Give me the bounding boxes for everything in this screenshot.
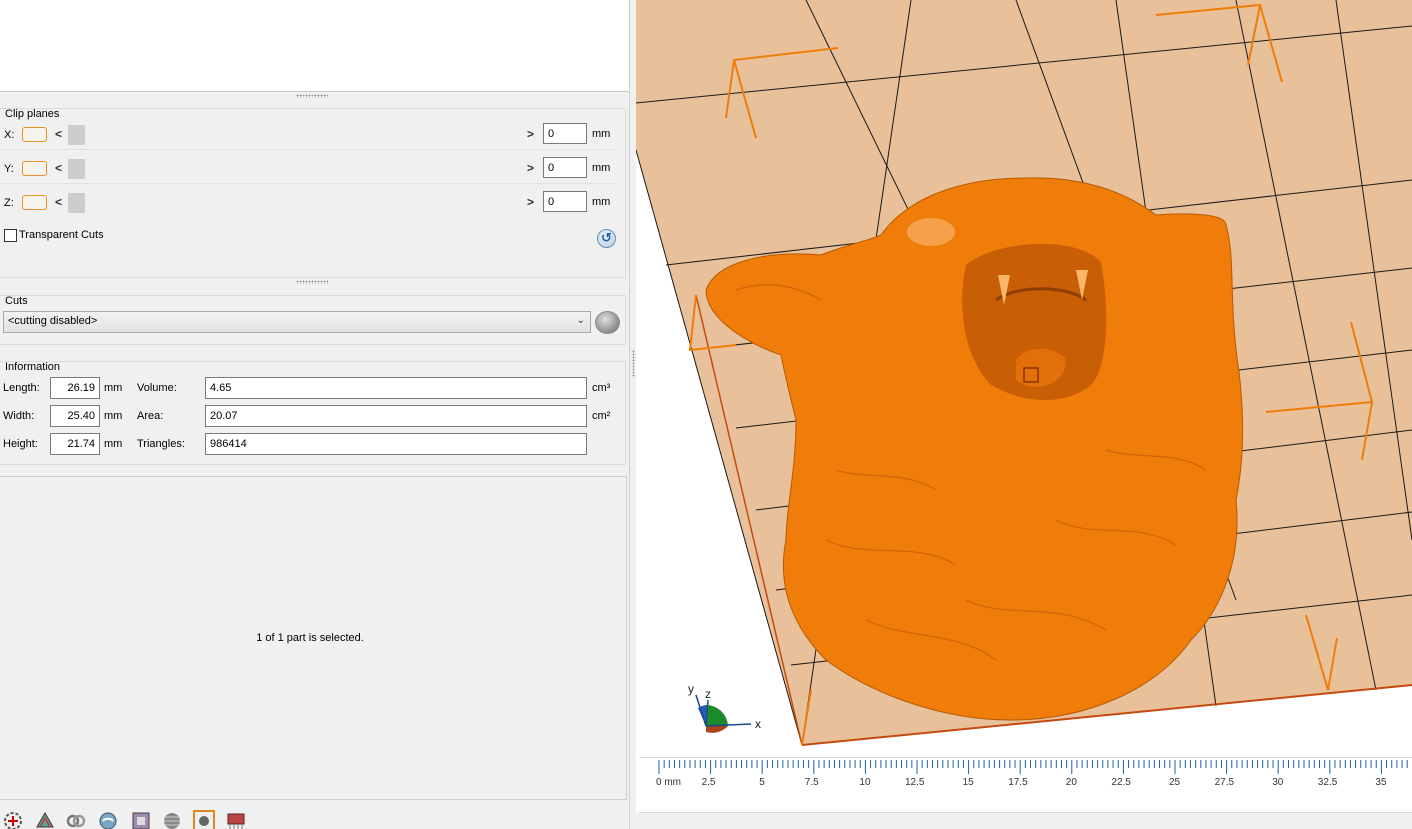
unit-label: mm	[104, 382, 123, 394]
ruler-label: 7.5	[804, 777, 819, 788]
clip-planes-title: Clip planes	[5, 108, 60, 120]
ruler-label: 22.5	[1111, 777, 1131, 788]
ruler-label: 17.5	[1008, 777, 1028, 788]
chevron-left-icon[interactable]: <	[55, 195, 62, 209]
axis-x-label: x	[755, 717, 761, 731]
select-icon[interactable]	[193, 809, 215, 829]
ruler-label: 32.5	[1317, 777, 1338, 788]
ruler-label: 20	[1065, 777, 1077, 788]
ruler-label: 35	[1375, 777, 1387, 788]
volume-field[interactable]	[205, 377, 587, 399]
clip-z-slider[interactable]	[68, 193, 523, 213]
axis-z-label: z	[705, 687, 711, 701]
width-field[interactable]	[50, 405, 100, 427]
triangles-label: Triangles:	[137, 438, 185, 450]
unit-label: cm³	[592, 382, 611, 394]
ruler-label: 5	[759, 777, 765, 788]
ruler-label: 15	[962, 777, 974, 788]
unit-label: mm	[592, 128, 611, 140]
clip-row-z: Z: < > mm	[0, 189, 626, 219]
ruler-label: 27.5	[1214, 777, 1235, 788]
area-label: Area:	[137, 410, 164, 422]
splitter-grip[interactable]	[296, 94, 328, 98]
ruler-label: 0 mm	[656, 777, 681, 788]
chevron-right-icon[interactable]: >	[527, 161, 534, 175]
splitter-grip[interactable]	[296, 280, 328, 284]
cut-settings-icon[interactable]	[595, 311, 620, 334]
viewport-status-strip	[636, 813, 1412, 829]
bottom-toolbar	[0, 806, 632, 829]
ruler-label: 30	[1272, 777, 1284, 788]
selection-panel: 1 of 1 part is selected.	[0, 476, 627, 800]
cuts-dropdown[interactable]: <cutting disabled> ⌄	[3, 311, 591, 333]
ruler-label: 25	[1169, 777, 1181, 788]
clip-plane-y-toggle[interactable]	[22, 161, 47, 176]
height-label: Height:	[3, 438, 38, 450]
area-field[interactable]	[205, 405, 587, 427]
measurement-ruler: 0 mm 2.5 5 7.5 10 12.5 15 17.5 20 22.5 25 27.5 30 32.…	[639, 757, 1412, 813]
clip-row-y: Y: < > mm	[0, 155, 626, 185]
height-field[interactable]	[50, 433, 100, 455]
chevron-right-icon[interactable]: >	[527, 195, 534, 209]
chevron-right-icon[interactable]: >	[527, 127, 534, 141]
scene-canvas[interactable]: x y z	[636, 0, 1412, 829]
clip-x-input[interactable]	[543, 123, 587, 144]
reduce-icon[interactable]	[34, 809, 56, 829]
axis-y-label: y	[688, 682, 694, 696]
clip-plane-x-toggle[interactable]	[22, 127, 47, 142]
shading-icon[interactable]	[161, 809, 183, 829]
transparent-cuts-checkbox[interactable]	[4, 229, 17, 242]
slider-thumb[interactable]	[68, 125, 85, 145]
unit-label: mm	[104, 438, 123, 450]
ruler-ticks	[658, 760, 1408, 774]
smooth-icon[interactable]	[97, 809, 119, 829]
volume-label: Volume:	[137, 382, 177, 394]
clip-row-x: X: < > mm	[0, 121, 626, 151]
ruler-label: 10	[859, 777, 871, 788]
support-icon[interactable]	[225, 809, 247, 829]
slider-thumb[interactable]	[68, 193, 85, 213]
chevron-left-icon[interactable]: <	[55, 127, 62, 141]
clip-x-slider[interactable]	[68, 125, 523, 145]
chevron-left-icon[interactable]: <	[55, 161, 62, 175]
axis-gizmo: x y z	[688, 682, 761, 733]
width-label: Width:	[3, 410, 35, 422]
wrap-icon[interactable]	[65, 809, 87, 829]
cuts-selected-value: <cutting disabled>	[8, 315, 98, 327]
add-part-icon[interactable]	[2, 809, 24, 829]
length-field[interactable]	[50, 377, 100, 399]
unit-label: mm	[592, 162, 611, 174]
3d-viewport[interactable]: x y z 0 mm 2.5 5 7.5 10 12.5 15 17.5 20 22.5 25 27.…	[636, 0, 1412, 829]
transparent-cuts-label: Transparent Cuts	[19, 229, 104, 241]
length-label: Length:	[3, 382, 40, 394]
clip-plane-z-toggle[interactable]	[22, 195, 47, 210]
clip-axis-label: Y:	[4, 163, 14, 175]
unit-label: mm	[104, 410, 123, 422]
ruler-label: 2.5	[701, 777, 716, 788]
cuts-title: Cuts	[5, 295, 28, 307]
selection-status: 1 of 1 part is selected.	[256, 632, 364, 644]
clip-axis-label: Z:	[4, 197, 14, 209]
triangles-field[interactable]	[205, 433, 587, 455]
clip-y-input[interactable]	[543, 157, 587, 178]
reset-icon[interactable]	[597, 229, 616, 248]
panel-splitter[interactable]	[629, 0, 636, 829]
clip-axis-label: X:	[4, 129, 15, 141]
left-panel: Clip planes X: < > mm Y: < > mm Z: <	[0, 0, 632, 829]
clip-y-slider[interactable]	[68, 159, 523, 179]
parts-list-area[interactable]	[0, 0, 630, 92]
clip-z-input[interactable]	[543, 191, 587, 212]
slider-thumb[interactable]	[68, 159, 85, 179]
unit-label: mm	[592, 196, 611, 208]
hollow-icon[interactable]	[130, 809, 152, 829]
ruler-label: 12.5	[905, 777, 925, 788]
chevron-down-icon: ⌄	[576, 315, 585, 326]
information-title: Information	[5, 361, 61, 373]
unit-label: cm²	[592, 410, 611, 422]
